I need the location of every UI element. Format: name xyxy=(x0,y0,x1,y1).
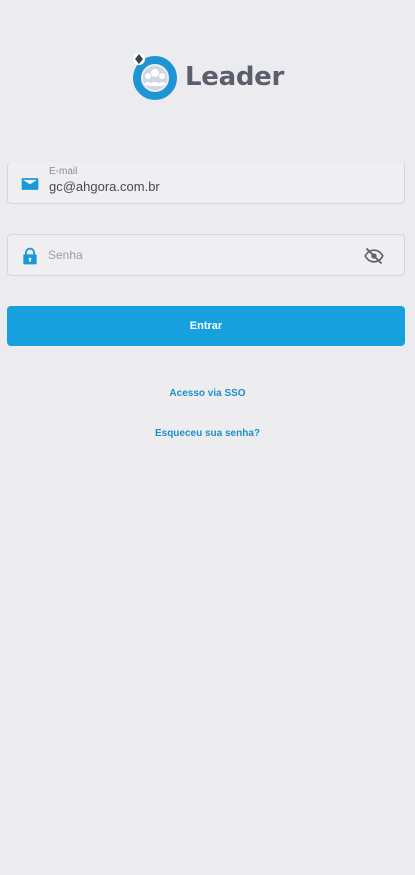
email-label: E-mail xyxy=(49,166,78,177)
email-value[interactable]: gc@ahgora.com.br xyxy=(49,179,160,194)
app-logo: Leader xyxy=(131,52,291,102)
sso-login-link[interactable]: Acesso via SSO xyxy=(0,388,415,399)
forgot-password-link[interactable]: Esqueceu sua senha? xyxy=(0,428,415,439)
eye-off-icon[interactable] xyxy=(364,246,384,266)
email-field[interactable]: E-mail gc@ahgora.com.br xyxy=(7,162,405,204)
logo-text: Leader xyxy=(185,62,285,92)
lock-icon xyxy=(23,247,37,265)
password-field[interactable] xyxy=(7,234,405,276)
envelope-icon xyxy=(21,178,39,190)
login-button[interactable]: Entrar xyxy=(7,306,405,346)
logo-icon xyxy=(133,53,177,100)
password-input[interactable] xyxy=(48,245,348,265)
